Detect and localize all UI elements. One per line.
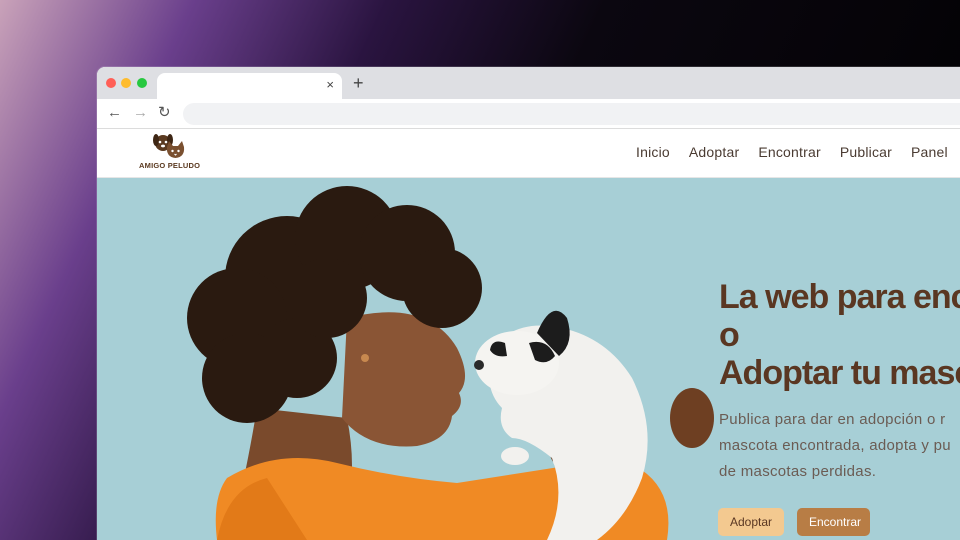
nav-link-adoptar[interactable]: Adoptar [689,144,739,160]
headline-line: La web para enc [719,278,960,316]
dog-cat-logo-icon [153,134,185,158]
plus-icon[interactable]: + [353,74,364,92]
browser-tab[interactable]: × [157,73,342,99]
hero-subtitle: Publica para dar en adopción o r mascota… [719,407,960,485]
tab-bar: × + [97,67,960,99]
site-header: AMIGO PELUDO Inicio Adoptar Encontrar Pu… [97,129,960,178]
maximize-window-button[interactable] [137,78,147,88]
hero-photo [187,186,714,540]
nav-link-publicar[interactable]: Publicar [840,144,892,160]
headline-line: Adoptar tu masc [719,354,960,392]
adopt-button[interactable]: Adoptar [718,508,784,536]
subtitle-line: de mascotas perdidas. [719,463,877,480]
hero-headline: La web para enc o Adoptar tu masc [719,278,960,392]
nav-link-inicio[interactable]: Inicio [636,144,670,160]
subtitle-line: Publica para dar en adopción o r [719,411,946,428]
reload-icon[interactable]: ↻ [158,104,171,122]
close-window-button[interactable] [106,78,116,88]
minimize-window-button[interactable] [121,78,131,88]
arrow-right-icon[interactable]: → [133,104,148,122]
hero-section: La web para enc o Adoptar tu masc Public… [97,178,960,540]
subtitle-line: mascota encontrada, adopta y pu [719,437,951,454]
nav-link-encontrar[interactable]: Encontrar [758,144,821,160]
find-button[interactable]: Encontrar [797,508,870,536]
nav-link-panel[interactable]: Panel [911,144,948,160]
browser-toolbar: ← → ↻ [97,99,960,129]
main-nav: Inicio Adoptar Encontrar Publicar Panel [636,144,948,160]
logo-text: AMIGO PELUDO [139,161,201,170]
site-logo[interactable]: AMIGO PELUDO [139,131,201,175]
browser-window: × + ← → ↻ AMIGO PELUDO Inicio Adoptar En… [97,67,960,540]
close-icon[interactable]: × [326,77,334,93]
address-bar[interactable] [183,103,960,125]
headline-line: o [719,316,740,354]
arrow-left-icon[interactable]: ← [107,104,122,122]
